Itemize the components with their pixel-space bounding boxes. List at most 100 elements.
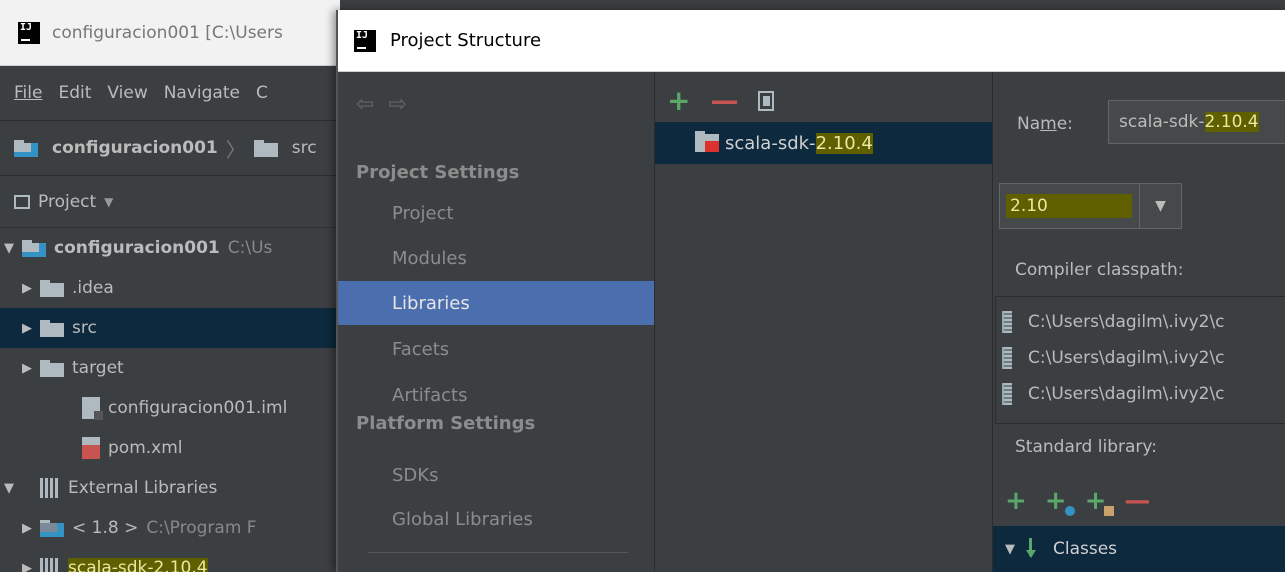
project-settings-header: Project Settings xyxy=(356,162,520,183)
module-folder-icon xyxy=(14,139,38,157)
tree-row-classes[interactable]: ▼ Classes xyxy=(993,526,1285,572)
libraries-toolbar: + — xyxy=(667,86,775,116)
list-item[interactable]: C:\Users\dagilm\.ivy2\c xyxy=(1002,377,1225,411)
breadcrumb-separator-icon: 〉 xyxy=(225,137,246,162)
breadcrumb: configuracion001 〉 src xyxy=(0,120,340,176)
tree-label: External Libraries xyxy=(68,478,218,498)
dialog-title-bar: IJ Project Structure xyxy=(338,10,1285,72)
tree-path: C:\Us xyxy=(227,238,273,258)
expand-arrow-icon[interactable]: ▶ xyxy=(0,321,40,336)
forward-arrow-icon[interactable]: ⇨ xyxy=(388,92,420,117)
add-jar-icon[interactable]: + xyxy=(1085,488,1115,516)
scala-sdk-icon xyxy=(695,131,719,152)
tree-label: target xyxy=(72,358,124,378)
scala-version-value: 2.10 xyxy=(1006,194,1132,218)
tree-label: configuracion001.iml xyxy=(108,398,288,418)
ide-title-bar: IJ configuracion001 [C:\Users xyxy=(0,0,340,66)
breadcrumb-project[interactable]: configuracion001 xyxy=(52,138,218,158)
tree-row-project-root[interactable]: ▼ configuracion001 C:\Us xyxy=(0,228,340,268)
remove-icon[interactable]: — xyxy=(1124,488,1150,514)
dialog-title: Project Structure xyxy=(390,30,542,51)
expand-arrow-icon[interactable]: ▶ xyxy=(0,561,40,572)
library-icon xyxy=(40,558,60,572)
jdk-folder-icon xyxy=(40,519,64,537)
nav-item-project[interactable]: Project xyxy=(338,191,654,235)
platform-settings-header: Platform Settings xyxy=(356,413,536,434)
chevron-down-icon[interactable]: ▼ xyxy=(104,195,113,209)
jar-icon xyxy=(1002,311,1012,333)
project-view-label[interactable]: Project xyxy=(38,192,96,212)
settings-nav-panel: ⇦⇨ Project Settings Project Modules Libr… xyxy=(338,72,655,572)
library-icon xyxy=(40,478,60,498)
list-item[interactable]: C:\Users\dagilm\.ivy2\c xyxy=(1002,341,1225,375)
nav-item-modules[interactable]: Modules xyxy=(338,236,654,280)
nav-item-facets[interactable]: Facets xyxy=(338,327,654,371)
tree-row-scala-sdk[interactable]: ▶ scala-sdk-2.10.4 xyxy=(0,548,340,572)
add-library-icon[interactable]: + xyxy=(667,87,690,115)
libraries-list-panel: + — scala-sdk-2.10.4 xyxy=(655,72,993,572)
standard-library-toolbar: + + + — xyxy=(1005,488,1150,516)
tree-row-iml[interactable]: configuracion001.iml xyxy=(0,388,340,428)
expand-arrow-icon[interactable]: ▶ xyxy=(0,281,40,296)
tree-row-pom[interactable]: pom.xml xyxy=(0,428,340,468)
tree-label: scala-sdk-2.10.4 xyxy=(68,558,208,572)
nav-item-sdks[interactable]: SDKs xyxy=(338,453,654,497)
nav-item-artifacts[interactable]: Artifacts xyxy=(338,373,654,417)
module-folder-icon xyxy=(22,239,46,257)
tree-row-jdk[interactable]: ▶ < 1.8 > C:\Program F xyxy=(0,508,340,548)
tree-label: .idea xyxy=(72,278,114,298)
back-arrow-icon[interactable]: ⇦ xyxy=(356,92,388,117)
tree-row-src[interactable]: ▶ src xyxy=(0,308,340,348)
standard-library-label: Standard library: xyxy=(1015,437,1157,457)
jar-icon xyxy=(1002,383,1012,405)
compiler-classpath-label: Compiler classpath: xyxy=(1015,260,1184,280)
chevron-down-icon[interactable]: ▼ xyxy=(1139,184,1181,228)
nav-item-global-libraries[interactable]: Global Libraries xyxy=(338,497,654,541)
add-classes-icon[interactable]: + xyxy=(1045,488,1075,516)
scala-version-select[interactable]: 2.10 ▼ xyxy=(999,183,1182,229)
classes-label: Classes xyxy=(1053,539,1118,559)
menu-code[interactable]: C xyxy=(256,83,268,103)
compiler-classpath-list: C:\Users\dagilm\.ivy2\c C:\Users\dagilm\… xyxy=(995,296,1285,424)
ide-main-window: IJ configuracion001 [C:\Users File Edit … xyxy=(0,0,340,572)
menu-file[interactable]: File xyxy=(14,83,42,103)
iml-file-icon xyxy=(82,397,103,420)
name-label: Name: xyxy=(1017,114,1073,134)
menu-view[interactable]: View xyxy=(107,83,147,103)
tree-row-external-libraries[interactable]: ▼ External Libraries xyxy=(0,468,340,508)
list-item[interactable]: C:\Users\dagilm\.ivy2\c xyxy=(1002,305,1225,339)
nav-item-libraries[interactable]: Libraries xyxy=(338,281,654,325)
expand-arrow-icon[interactable]: ▼ xyxy=(1001,542,1019,557)
expand-arrow-icon[interactable]: ▼ xyxy=(0,481,18,496)
library-detail-panel: Name: scala-sdk- 2.10.4 2.10 ▼ Compiler c… xyxy=(993,72,1285,572)
library-item-scala-sdk[interactable]: scala-sdk-2.10.4 xyxy=(655,122,992,164)
expand-arrow-icon[interactable]: ▶ xyxy=(0,361,40,376)
remove-library-icon[interactable]: — xyxy=(710,87,738,115)
project-tree: ▼ configuracion001 C:\Us ▶ .idea ▶ src ▶… xyxy=(0,228,340,572)
tree-path: C:\Program F xyxy=(146,518,257,538)
tree-label: pom.xml xyxy=(108,438,183,458)
tree-row-target[interactable]: ▶ target xyxy=(0,348,340,388)
classes-root-icon xyxy=(1025,538,1045,560)
expand-arrow-icon[interactable]: ▼ xyxy=(0,241,18,256)
expand-arrow-icon[interactable]: ▶ xyxy=(0,521,40,536)
ide-window-title: configuracion001 [C:\Users xyxy=(52,22,283,43)
add-icon[interactable]: + xyxy=(1005,488,1027,514)
maven-file-icon xyxy=(82,437,100,459)
ide-menu-bar: File Edit View Navigate C xyxy=(0,66,340,120)
folder-icon xyxy=(40,359,64,377)
tree-row-idea[interactable]: ▶ .idea xyxy=(0,268,340,308)
menu-edit[interactable]: Edit xyxy=(58,83,91,103)
folder-icon xyxy=(40,279,64,297)
folder-icon xyxy=(253,139,278,157)
divider xyxy=(368,552,628,553)
nav-history-arrows: ⇦⇨ xyxy=(356,92,421,117)
jar-icon xyxy=(1002,347,1012,369)
project-view-header[interactable]: Project ▼ xyxy=(0,176,340,228)
menu-navigate[interactable]: Navigate xyxy=(164,83,240,103)
library-name-field[interactable]: scala-sdk- 2.10.4 xyxy=(1108,100,1285,144)
breadcrumb-folder[interactable]: src xyxy=(292,138,317,158)
project-structure-dialog: IJ Project Structure ⇦⇨ Project Settings… xyxy=(336,10,1285,572)
copy-library-icon[interactable] xyxy=(758,91,775,111)
library-item-label: scala-sdk-2.10.4 xyxy=(725,132,873,154)
